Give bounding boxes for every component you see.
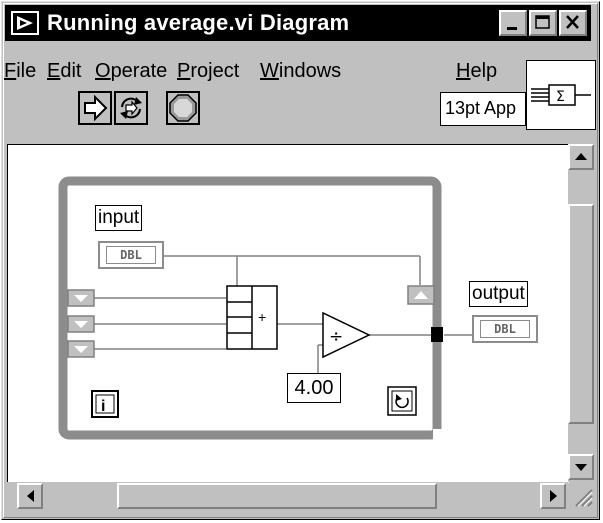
output-indicator-terminal[interactable]: DBL <box>472 315 538 343</box>
add-node: + <box>226 285 278 350</box>
add-symbol: + <box>258 309 266 325</box>
menu-help[interactable]: Help <box>456 60 497 83</box>
close-button[interactable] <box>559 10 587 36</box>
font-ring-value: 13pt App <box>445 98 517 118</box>
output-tunnel <box>431 327 443 342</box>
run-continuously-icon <box>120 97 142 119</box>
menu-windows-label: indows <box>278 60 342 82</box>
menu-help-accel: H <box>456 60 471 82</box>
title-bar[interactable]: Running average.vi Diagram <box>5 5 591 41</box>
menu-file[interactable]: File <box>4 60 36 83</box>
while-loop-corner <box>433 429 445 441</box>
maximize-icon <box>535 15 550 29</box>
menu-windows-accel: W <box>260 60 279 82</box>
divide-node: ÷ <box>322 311 371 359</box>
numeric-constant[interactable]: 4.00 <box>287 373 341 403</box>
menu-windows[interactable]: Windows <box>260 60 341 83</box>
input-type-badge: DBL <box>106 246 156 264</box>
arrow-right-icon <box>550 490 557 502</box>
menu-edit[interactable]: Edit <box>47 60 81 83</box>
horizontal-scrollbar[interactable] <box>7 482 568 510</box>
scroll-right-button[interactable] <box>540 483 566 509</box>
shift-register-right <box>407 285 435 305</box>
arrow-up-icon <box>575 153 587 160</box>
arrow-down-icon <box>575 464 587 471</box>
abort-button[interactable] <box>166 91 200 125</box>
menu-help-label: elp <box>470 60 498 82</box>
menu-project-label: roject <box>190 60 240 82</box>
maximize-button[interactable] <box>529 10 557 36</box>
menu-bar: File Edit Operate Project Windows Help <box>4 44 524 84</box>
labview-diagram-icon[interactable] <box>11 11 39 35</box>
loop-condition-terminal <box>387 386 417 416</box>
divide-symbol: ÷ <box>329 327 343 347</box>
vertical-scroll-thumb[interactable] <box>568 204 594 424</box>
output-label[interactable]: output <box>469 281 528 307</box>
menu-file-label: ile <box>16 60 37 82</box>
iteration-symbol: i <box>101 398 105 415</box>
scroll-left-button[interactable] <box>17 483 43 509</box>
menu-operate[interactable]: Operate <box>95 60 167 83</box>
block-diagram[interactable]: + ÷ i input DBL output DBL 4.00 <box>7 144 569 483</box>
run-arrow-icon <box>84 94 108 122</box>
run-button[interactable] <box>78 91 112 125</box>
scroll-up-button[interactable] <box>568 144 594 170</box>
menu-operate-label: perate <box>110 60 168 82</box>
font-ring[interactable]: 13pt App <box>440 92 526 126</box>
menu-edit-label: dit <box>60 60 82 82</box>
menu-edit-accel: E <box>47 60 61 82</box>
iteration-terminal: i <box>91 390 119 418</box>
abort-icon <box>169 94 197 122</box>
menu-project-accel: P <box>177 60 191 82</box>
output-type-badge: DBL <box>480 320 530 338</box>
close-icon <box>566 15 579 29</box>
minimize-button[interactable] <box>499 10 527 36</box>
arrow-left-icon <box>27 490 34 502</box>
diagram-wires: + ÷ i <box>58 176 472 441</box>
input-control-terminal[interactable]: DBL <box>98 241 164 269</box>
run-continuously-button[interactable] <box>114 91 148 125</box>
svg-text:Σ: Σ <box>556 89 565 105</box>
shift-register-left-stack <box>67 289 95 358</box>
scroll-down-button[interactable] <box>568 454 594 480</box>
horizontal-scroll-thumb[interactable] <box>117 483 437 509</box>
input-label[interactable]: input <box>95 205 143 231</box>
window-title: Running average.vi Diagram <box>47 10 350 35</box>
menu-project[interactable]: Project <box>177 60 239 83</box>
vi-icon-pane[interactable]: Σ <box>526 60 596 130</box>
minimize-icon <box>507 27 517 30</box>
sum-vi-icon: Σ <box>531 84 591 106</box>
menu-file-accel: F <box>4 60 17 82</box>
menu-operate-accel: O <box>95 60 111 82</box>
resize-grip-icon[interactable] <box>570 484 594 510</box>
vertical-scrollbar[interactable] <box>568 144 594 482</box>
